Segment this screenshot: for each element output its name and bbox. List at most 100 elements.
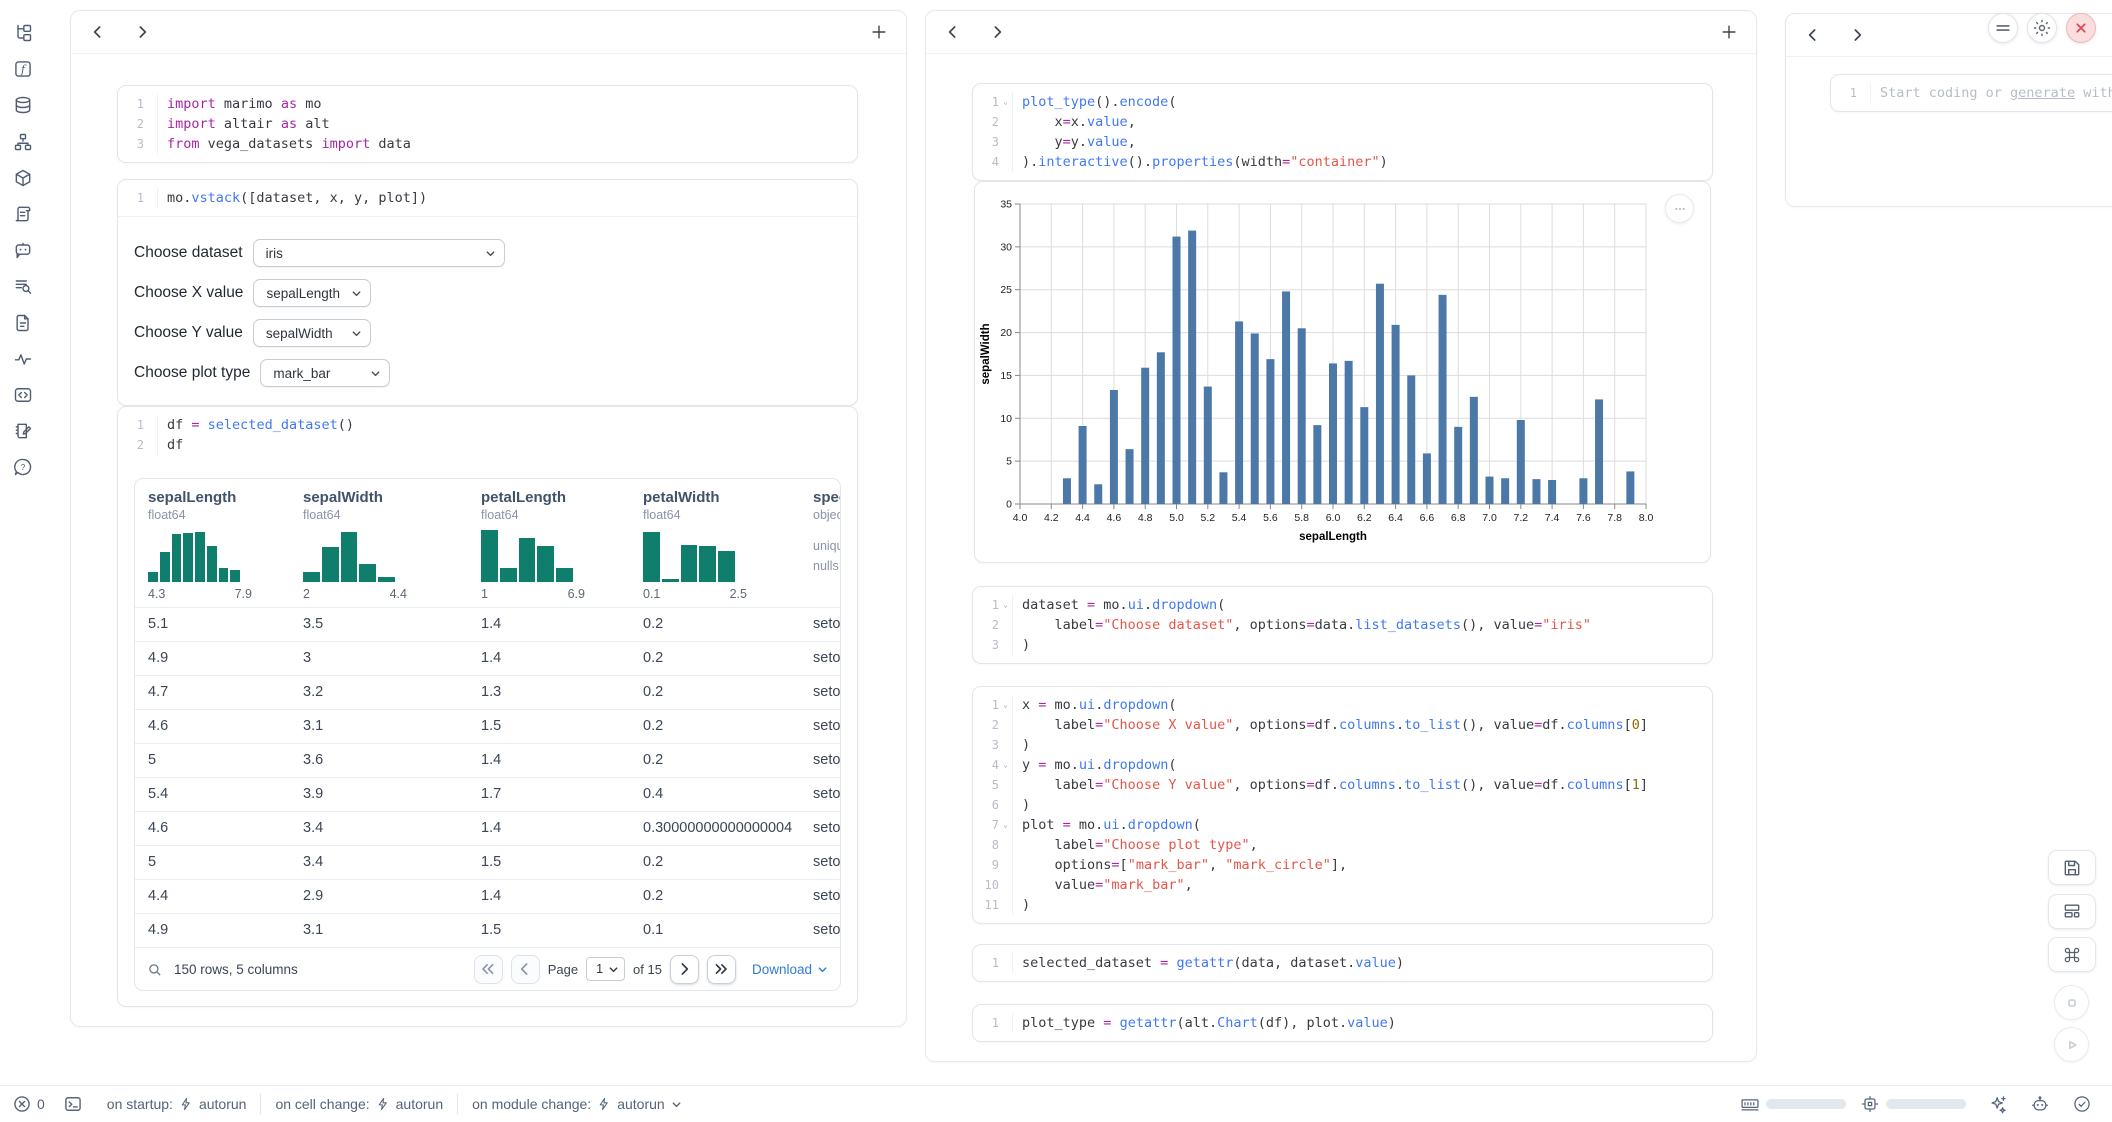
cell-imports[interactable]: 1import marimo as mo2import altair as al… (117, 85, 858, 163)
code-text[interactable]: ) (1012, 895, 1712, 915)
altair-bar-chart[interactable]: 4.04.24.44.64.85.05.25.45.65.86.06.26.46… (974, 181, 1711, 563)
code-text[interactable]: import altair as alt (157, 114, 857, 134)
panel-menu-button[interactable] (1988, 13, 2018, 43)
code-text[interactable]: label="Choose Y value", options=df.colum… (1012, 775, 1712, 795)
column-header-sepalWidth[interactable]: sepalWidth float6424.4 (290, 479, 468, 607)
code-text[interactable]: from vega_datasets import data (157, 134, 857, 154)
cell-plot-type[interactable]: 1plot_type = getattr(alt.Chart(df), plot… (972, 1004, 1713, 1042)
table-row[interactable]: 4.73.21.30.2setosa (135, 675, 840, 709)
code-text[interactable]: ) (1012, 635, 1712, 655)
code-text[interactable]: label="Choose X value", options=df.colum… (1012, 715, 1712, 735)
prev-page-button[interactable] (511, 955, 540, 984)
cell-dataframe[interactable]: 1df = selected_dataset()2df sepalLength … (117, 406, 858, 1007)
fold-marker[interactable]: ⌄ (999, 695, 1012, 715)
first-page-button[interactable] (474, 955, 503, 984)
settings-button[interactable] (2027, 13, 2057, 43)
choose-dataset-select[interactable]: iris (253, 239, 505, 267)
add-cell-button[interactable] (1718, 21, 1740, 43)
sidebar-item-function[interactable]: f (8, 54, 38, 84)
choose-x-value-select[interactable]: sepalLength (253, 279, 371, 307)
table-row[interactable]: 4.63.41.40.30000000000000004setosa (135, 811, 840, 845)
column-header-petalLength[interactable]: petalLength float6416.9 (468, 479, 630, 607)
table-row[interactable]: 5.43.91.70.4setosa (135, 777, 840, 811)
sidebar-item-chatbot[interactable] (8, 235, 38, 265)
column-header-sepalLength[interactable]: sepalLength float644.37.9 (135, 479, 290, 607)
page-select[interactable]: 1 (586, 957, 625, 981)
command-palette-button[interactable] (2048, 937, 2096, 972)
code-text[interactable]: x = mo.ui.dropdown( (1012, 695, 1712, 715)
search-icon[interactable] (147, 962, 162, 977)
fold-marker[interactable]: ⌄ (999, 595, 1012, 615)
sidebar-item-graph[interactable] (8, 127, 38, 157)
choose-y-value-select[interactable]: sepalWidth (253, 319, 371, 347)
layout-button[interactable] (2048, 894, 2096, 929)
chevron-right-icon[interactable] (986, 21, 1008, 43)
runtime-setting[interactable]: on startup: autorun (107, 1096, 247, 1112)
code-text[interactable]: ) (1012, 795, 1712, 815)
sidebar-item-package[interactable] (8, 163, 38, 193)
sidebar-item-database[interactable] (8, 90, 38, 120)
table-row[interactable]: 53.61.40.2setosa (135, 743, 840, 777)
chevron-left-icon[interactable] (1802, 24, 1824, 46)
chevron-left-icon[interactable] (87, 21, 109, 43)
code-text[interactable]: x=x.value, (1012, 112, 1712, 132)
fold-marker[interactable]: ⌄ (999, 815, 1012, 835)
cpu-usage[interactable] (1860, 1094, 1966, 1114)
chart-menu-button[interactable] (1665, 194, 1694, 223)
table-row[interactable]: 53.41.50.2setosa (135, 845, 840, 879)
cell-dataset-dropdown[interactable]: 1⌄dataset = mo.ui.dropdown(2 label="Choo… (972, 586, 1713, 664)
code-text[interactable]: label="Choose dataset", options=data.lis… (1012, 615, 1712, 635)
code-text[interactable]: selected_dataset = getattr(data, dataset… (1012, 953, 1712, 973)
code-text[interactable]: y=y.value, (1012, 132, 1712, 152)
runtime-setting[interactable]: on module change: autorun (472, 1096, 682, 1112)
code-text[interactable]: ) (1012, 735, 1712, 755)
cell-empty[interactable]: 1Start coding or generate with AI (1830, 74, 2112, 112)
sidebar-item-script[interactable] (8, 199, 38, 229)
cell-plot-encode[interactable]: 1⌄plot_type().encode(2 x=x.value,3 y=y.v… (972, 83, 1713, 181)
code-text[interactable]: df = selected_dataset() (157, 415, 857, 435)
add-cell-button[interactable] (868, 21, 890, 43)
save-button[interactable] (2048, 850, 2096, 885)
choose-plot-type-select[interactable]: mark_bar (260, 359, 390, 387)
code-text[interactable]: plot_type().encode( (1012, 92, 1712, 112)
table-row[interactable]: 4.42.91.40.2setosa (135, 879, 840, 913)
table-row[interactable]: 5.13.51.40.2setosa (135, 607, 840, 641)
code-text[interactable]: plot_type = getattr(alt.Chart(df), plot.… (1012, 1013, 1712, 1033)
download-button[interactable]: Download (752, 962, 828, 977)
code-text[interactable]: mo.vstack([dataset, x, y, plot]) (157, 188, 857, 208)
code-text[interactable]: y = mo.ui.dropdown( (1012, 755, 1712, 775)
sidebar-item-document[interactable] (8, 308, 38, 338)
connection-status-button[interactable] (2072, 1094, 2092, 1114)
code-text[interactable]: value="mark_bar", (1012, 875, 1712, 895)
cell-xy-plot-dropdowns[interactable]: 1⌄x = mo.ui.dropdown(2 label="Choose X v… (972, 686, 1713, 924)
table-row[interactable]: 4.63.11.50.2setosa (135, 709, 840, 743)
sidebar-item-snippets[interactable] (8, 380, 38, 410)
cell-selected-dataset[interactable]: 1selected_dataset = getattr(data, datase… (972, 944, 1713, 982)
code-text[interactable]: Start coding or generate with AI (1870, 83, 2112, 103)
column-header-species[interactable]: species objectuniquenulls: (800, 479, 840, 607)
code-text[interactable]: ).interactive().properties(width="contai… (1012, 152, 1712, 172)
close-panel-button[interactable] (2066, 13, 2096, 43)
chevron-left-icon[interactable] (942, 21, 964, 43)
runtime-setting[interactable]: on cell change: autorun (275, 1096, 443, 1112)
fold-marker[interactable]: ⌄ (999, 92, 1012, 112)
code-text[interactable]: label="Choose plot type", (1012, 835, 1712, 855)
chevron-right-icon[interactable] (1846, 24, 1868, 46)
code-text[interactable]: df (157, 435, 857, 455)
terminal-button[interactable] (63, 1094, 83, 1114)
next-page-button[interactable] (670, 955, 699, 984)
table-row[interactable]: 4.931.40.2setosa (135, 641, 840, 675)
ai-sparkles-button[interactable] (1988, 1094, 2008, 1114)
code-text[interactable]: options=["mark_bar", "mark_circle"], (1012, 855, 1712, 875)
code-text[interactable]: dataset = mo.ui.dropdown( (1012, 595, 1712, 615)
chevron-right-icon[interactable] (131, 21, 153, 43)
sidebar-item-activity[interactable] (8, 344, 38, 374)
run-button[interactable] (2054, 1027, 2089, 1062)
last-page-button[interactable] (707, 955, 736, 984)
fold-marker[interactable]: ⌄ (999, 755, 1012, 775)
sidebar-item-scratchpad[interactable] (8, 416, 38, 446)
code-text[interactable]: import marimo as mo (157, 94, 857, 114)
errors-button[interactable]: 0 (12, 1094, 45, 1114)
table-row[interactable]: 4.93.11.50.1setosa (135, 913, 840, 947)
sidebar-item-file-tree[interactable] (8, 18, 38, 48)
